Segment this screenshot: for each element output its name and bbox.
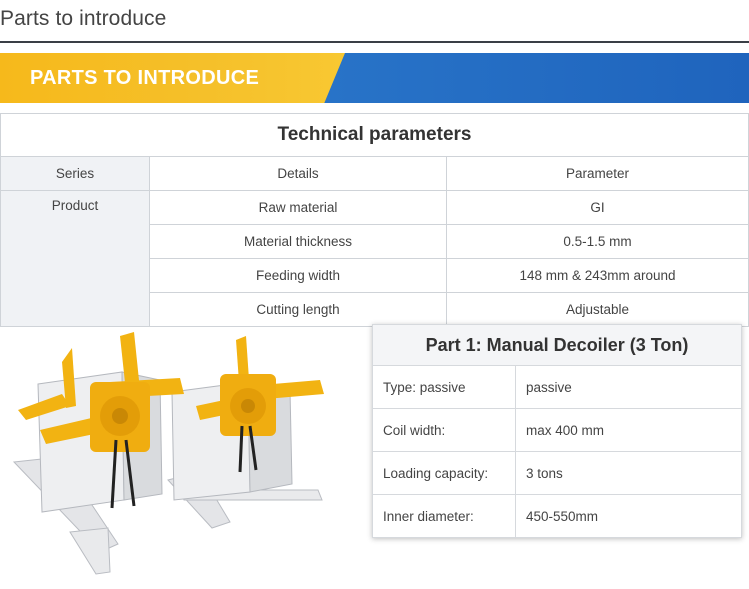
part1-spec-card: Part 1: Manual Decoiler (3 Ton) Type: pa… [372,324,742,538]
section-banner: PARTS TO INTRODUCE [0,53,749,103]
detail-cell: Material thickness [149,224,447,259]
spec-key: Type: passive [372,365,516,409]
detail-cell: Feeding width [149,258,447,293]
spec-key: Coil width: [372,408,516,452]
header-details: Details [149,156,447,191]
spec-value: 450-550mm [515,494,742,538]
detail-cell: Raw material [149,190,447,225]
parameter-cell: Adjustable [446,292,749,327]
banner-title: PARTS TO INTRODUCE [30,67,260,89]
part1-title: Part 1: Manual Decoiler (3 Ton) [372,324,742,366]
technical-parameters-table: Technical parameters Series Details Para… [0,113,749,327]
spec-value: 3 tons [515,451,742,495]
heading-divider [0,41,749,43]
parameter-cell: 0.5-1.5 mm [446,224,749,259]
header-parameter: Parameter [446,156,749,191]
spec-key: Loading capacity: [372,451,516,495]
spec-key: Inner diameter: [372,494,516,538]
header-series: Series [0,156,150,191]
parameter-cell: GI [446,190,749,225]
spec-value: max 400 mm [515,408,742,452]
decoiler-illustration [12,332,324,575]
parameter-cell: 148 mm & 243mm around [446,258,749,293]
page-title: Parts to introduce [0,7,167,30]
part1-spec-table: Part 1: Manual Decoiler (3 Ton) Type: pa… [372,324,742,538]
spec-value: passive [515,365,742,409]
decoiler-image [0,322,360,584]
series-product: Product [0,190,150,327]
table-title: Technical parameters [0,113,749,157]
